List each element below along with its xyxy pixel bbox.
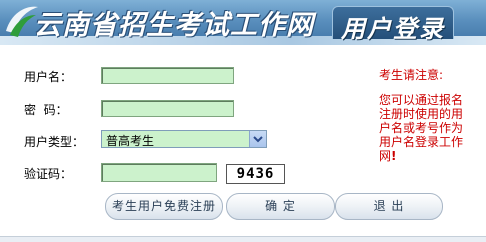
username-label: 用户名： [24,70,73,84]
register-button[interactable]: 考生用户免费注册 [105,193,223,220]
usertype-label: 用户类型： [24,135,85,149]
confirm-button[interactable]: 确 定 [226,193,335,220]
notice-mark: ! [391,149,397,163]
username-input[interactable] [101,67,234,84]
notice-body: 您可以通过报名注册时使用的用户名或考号作为用户名登录工作网! [379,93,471,163]
login-tab: 用户登录 [332,6,454,43]
captcha-label: 验证码： [24,167,73,181]
password-input[interactable] [101,100,234,117]
captcha-input[interactable] [101,163,217,182]
login-tab-label: 用户登录 [341,15,445,43]
site-title: 云南省招生考试工作网 [34,10,314,41]
chevron-down-icon [253,136,263,143]
exit-button[interactable]: 退 出 [335,193,443,220]
header-banner: 云南省招生考试工作网 用户登录 [0,0,486,45]
notice-title: 考生请注意: [379,68,444,82]
usertype-selected-value: 普高考生 [106,134,155,148]
password-label: 密 码： [24,103,68,117]
bottom-divider [0,236,486,242]
usertype-select[interactable]: 普高考生 [101,130,267,148]
captcha-image[interactable]: 9436 [226,164,285,184]
dropdown-button[interactable] [249,131,266,147]
